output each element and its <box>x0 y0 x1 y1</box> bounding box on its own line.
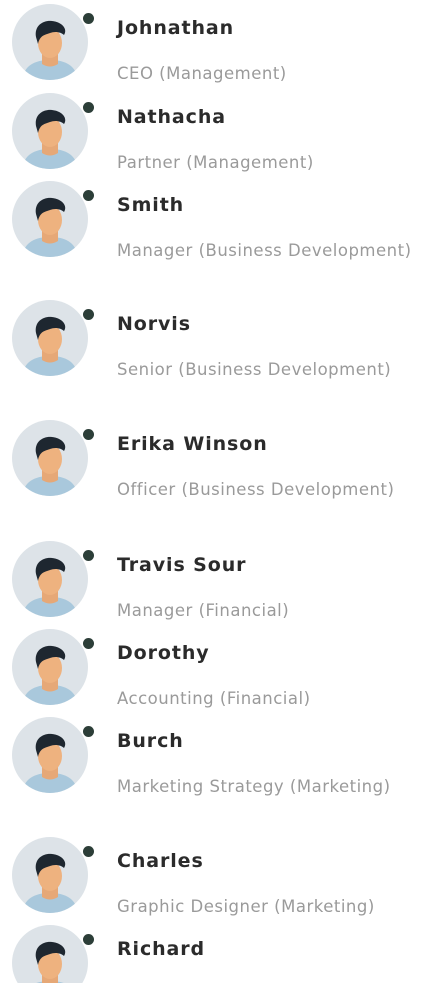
online-status-dot <box>83 934 94 945</box>
avatar-icon <box>12 717 88 793</box>
contact-name: Charles <box>117 850 204 872</box>
online-status-dot <box>83 550 94 561</box>
online-status-dot <box>83 638 94 649</box>
contact-name: Nathacha <box>117 106 226 128</box>
contact-name: Smith <box>117 194 185 216</box>
avatar-icon <box>12 837 88 913</box>
online-status-dot <box>83 726 94 737</box>
online-status-dot <box>83 309 94 320</box>
contact-role: Partner (Management) <box>117 153 314 172</box>
online-status-dot <box>83 190 94 201</box>
contact-role: Manager (Financial) <box>117 601 290 620</box>
contact-name: Johnathan <box>117 17 235 39</box>
contact-name: Richard <box>117 938 206 960</box>
avatar-icon <box>12 4 88 80</box>
contact-role: Marketing Strategy (Marketing) <box>117 777 391 796</box>
contact-role: Manager (Business Development) <box>117 241 412 260</box>
contact-name: Dorothy <box>117 642 210 664</box>
online-status-dot <box>83 429 94 440</box>
contact-role: Officer (Business Development) <box>117 480 395 499</box>
contact-name: Norvis <box>117 313 191 335</box>
contact-name: Burch <box>117 730 184 752</box>
avatar-icon <box>12 925 88 983</box>
avatar-icon <box>12 541 88 617</box>
online-status-dot <box>83 102 94 113</box>
online-status-dot <box>83 846 94 857</box>
contact-role: Senior (Business Development) <box>117 360 392 379</box>
contact-name: Travis Sour <box>117 554 247 576</box>
avatar-icon <box>12 420 88 496</box>
avatar-icon <box>12 181 88 257</box>
contact-role: Accounting (Financial) <box>117 689 311 708</box>
avatar-icon <box>12 629 88 705</box>
avatar-icon <box>12 300 88 376</box>
contact-role: Graphic Designer (Marketing) <box>117 897 375 916</box>
contact-name: Erika Winson <box>117 433 268 455</box>
contact-role: CEO (Management) <box>117 64 287 83</box>
online-status-dot <box>83 13 94 24</box>
contact-list: Johnathan CEO (Management) Nathacha Part… <box>0 0 434 983</box>
avatar-icon <box>12 93 88 169</box>
